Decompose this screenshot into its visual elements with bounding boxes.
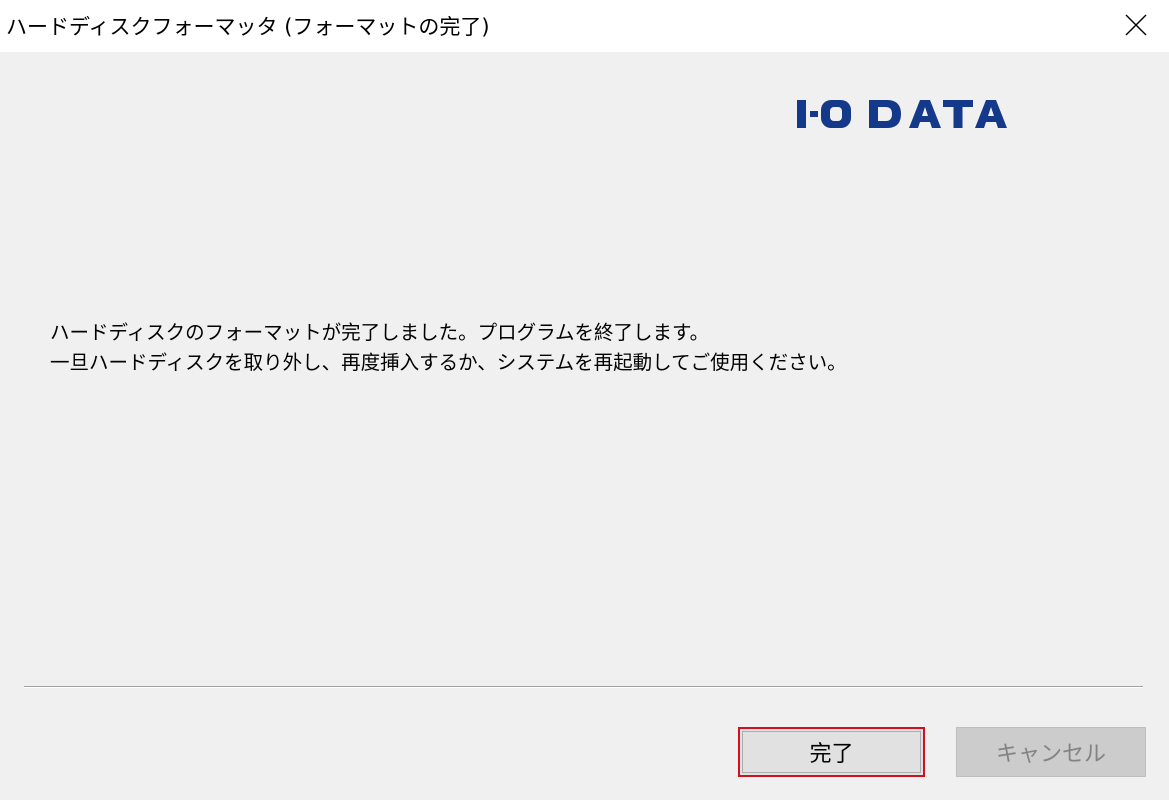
close-icon [1125,14,1147,36]
cancel-button[interactable]: キャンセル [956,727,1146,777]
close-button[interactable] [1099,0,1169,52]
finish-button[interactable]: 完了 [738,727,925,777]
finish-button-label: 完了 [809,742,854,767]
message-line-1: ハードディスクのフォーマットが完了しました。プログラムを終了します。 [50,321,710,344]
message-line-2: 一旦ハードディスクを取り外し、再度挿入するか、システムを再起動してご使用ください… [50,351,847,374]
footer-divider [24,686,1143,688]
title-bar: ハードディスクフォーマッタ (フォーマットの完了) [0,0,1169,52]
completion-message: ハードディスクのフォーマットが完了しました。プログラムを終了します。 一旦ハード… [50,318,847,378]
cancel-button-label: キャンセル [995,742,1106,767]
iodata-logo [797,100,1007,128]
format-complete-dialog: ハードディスクフォーマッタ (フォーマットの完了) ハードディスクのフォーマット… [0,0,1169,800]
window-title: ハードディスクフォーマッタ (フォーマットの完了) [6,15,490,39]
